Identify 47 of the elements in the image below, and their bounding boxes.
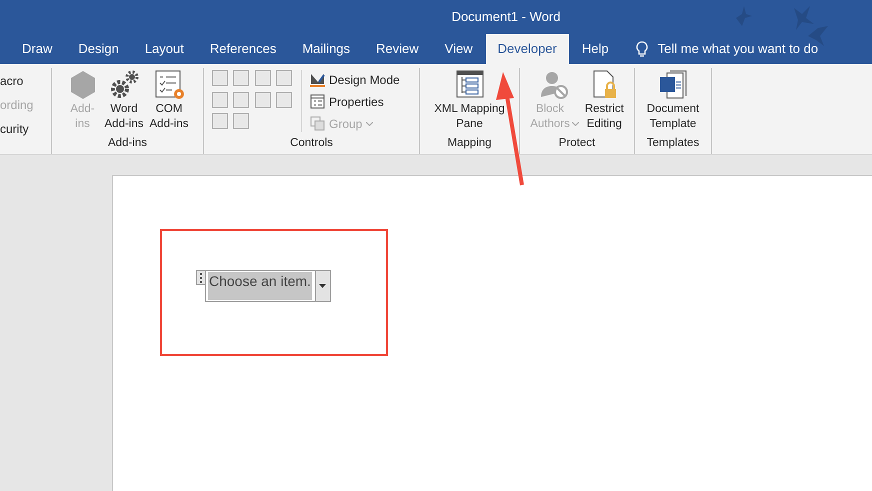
group-label: Mapping <box>446 136 493 151</box>
window-title: Document1 - Word <box>452 8 560 26</box>
ribbon-button[interactable]: Document Template <box>644 68 702 136</box>
ruler-pencil-icon <box>310 72 325 87</box>
checklist-gear-icon <box>153 69 185 100</box>
group-label: Controls <box>289 136 334 151</box>
group-label: Protect <box>558 136 596 151</box>
control-handle <box>196 270 206 285</box>
ribbon-tab[interactable]: Design <box>65 34 132 64</box>
ribbon-tab[interactable]: Layout <box>132 34 197 64</box>
content-control-icon[interactable] <box>212 92 228 108</box>
ribbon-tab[interactable]: Draw <box>9 34 66 64</box>
xml-tree-icon <box>454 69 486 100</box>
ribbon-button[interactable]: COM Add-ins <box>146 68 192 136</box>
content-control-icon[interactable] <box>233 113 250 130</box>
content-control-icon[interactable] <box>254 92 270 108</box>
ribbon-tab[interactable]: References <box>196 34 290 64</box>
ribbon-tab[interactable]: Developer <box>486 34 569 64</box>
ribbon-tab[interactable]: View <box>432 34 486 64</box>
ribbon-tab[interactable]: Help <box>568 34 622 64</box>
ribbon-button[interactable]: Word Add-ins <box>102 68 146 136</box>
ribbon-button[interactable]: Restrict Editing <box>582 68 627 136</box>
tell-me-search[interactable]: Tell me what you want to do <box>658 39 818 59</box>
content-control-icon[interactable] <box>233 92 250 108</box>
group-label: Add-ins <box>107 136 148 151</box>
properties-icon <box>310 94 325 109</box>
lightbulb-icon <box>636 40 648 58</box>
ribbon-button[interactable]: acro <box>0 71 51 90</box>
content-control-icon[interactable] <box>212 70 228 86</box>
content-control-icon[interactable] <box>276 70 292 86</box>
content-control-icon[interactable] <box>254 70 270 86</box>
group-icon <box>310 116 325 131</box>
ribbon-button[interactable]: Properties <box>310 92 400 111</box>
gears-icon <box>108 69 140 100</box>
ribbon-button[interactable]: Design Mode <box>310 70 400 89</box>
caret-icon <box>319 284 326 288</box>
ribbon-tab[interactable]: Review <box>363 34 432 64</box>
placeholder-text: Choose an item. <box>208 272 312 300</box>
content-control-icon[interactable] <box>212 113 228 130</box>
content-control-icon[interactable] <box>233 70 250 86</box>
dropdown-content-control[interactable]: Choose an item. <box>205 270 331 302</box>
person-block-icon <box>538 69 570 100</box>
group-label: Templates <box>646 136 700 151</box>
dropdown-arrow-button[interactable] <box>314 271 330 301</box>
content-control-icon[interactable] <box>276 92 292 108</box>
ribbon-button[interactable]: curity <box>0 119 51 138</box>
ribbon-tab[interactable]: Mailings <box>289 34 364 64</box>
